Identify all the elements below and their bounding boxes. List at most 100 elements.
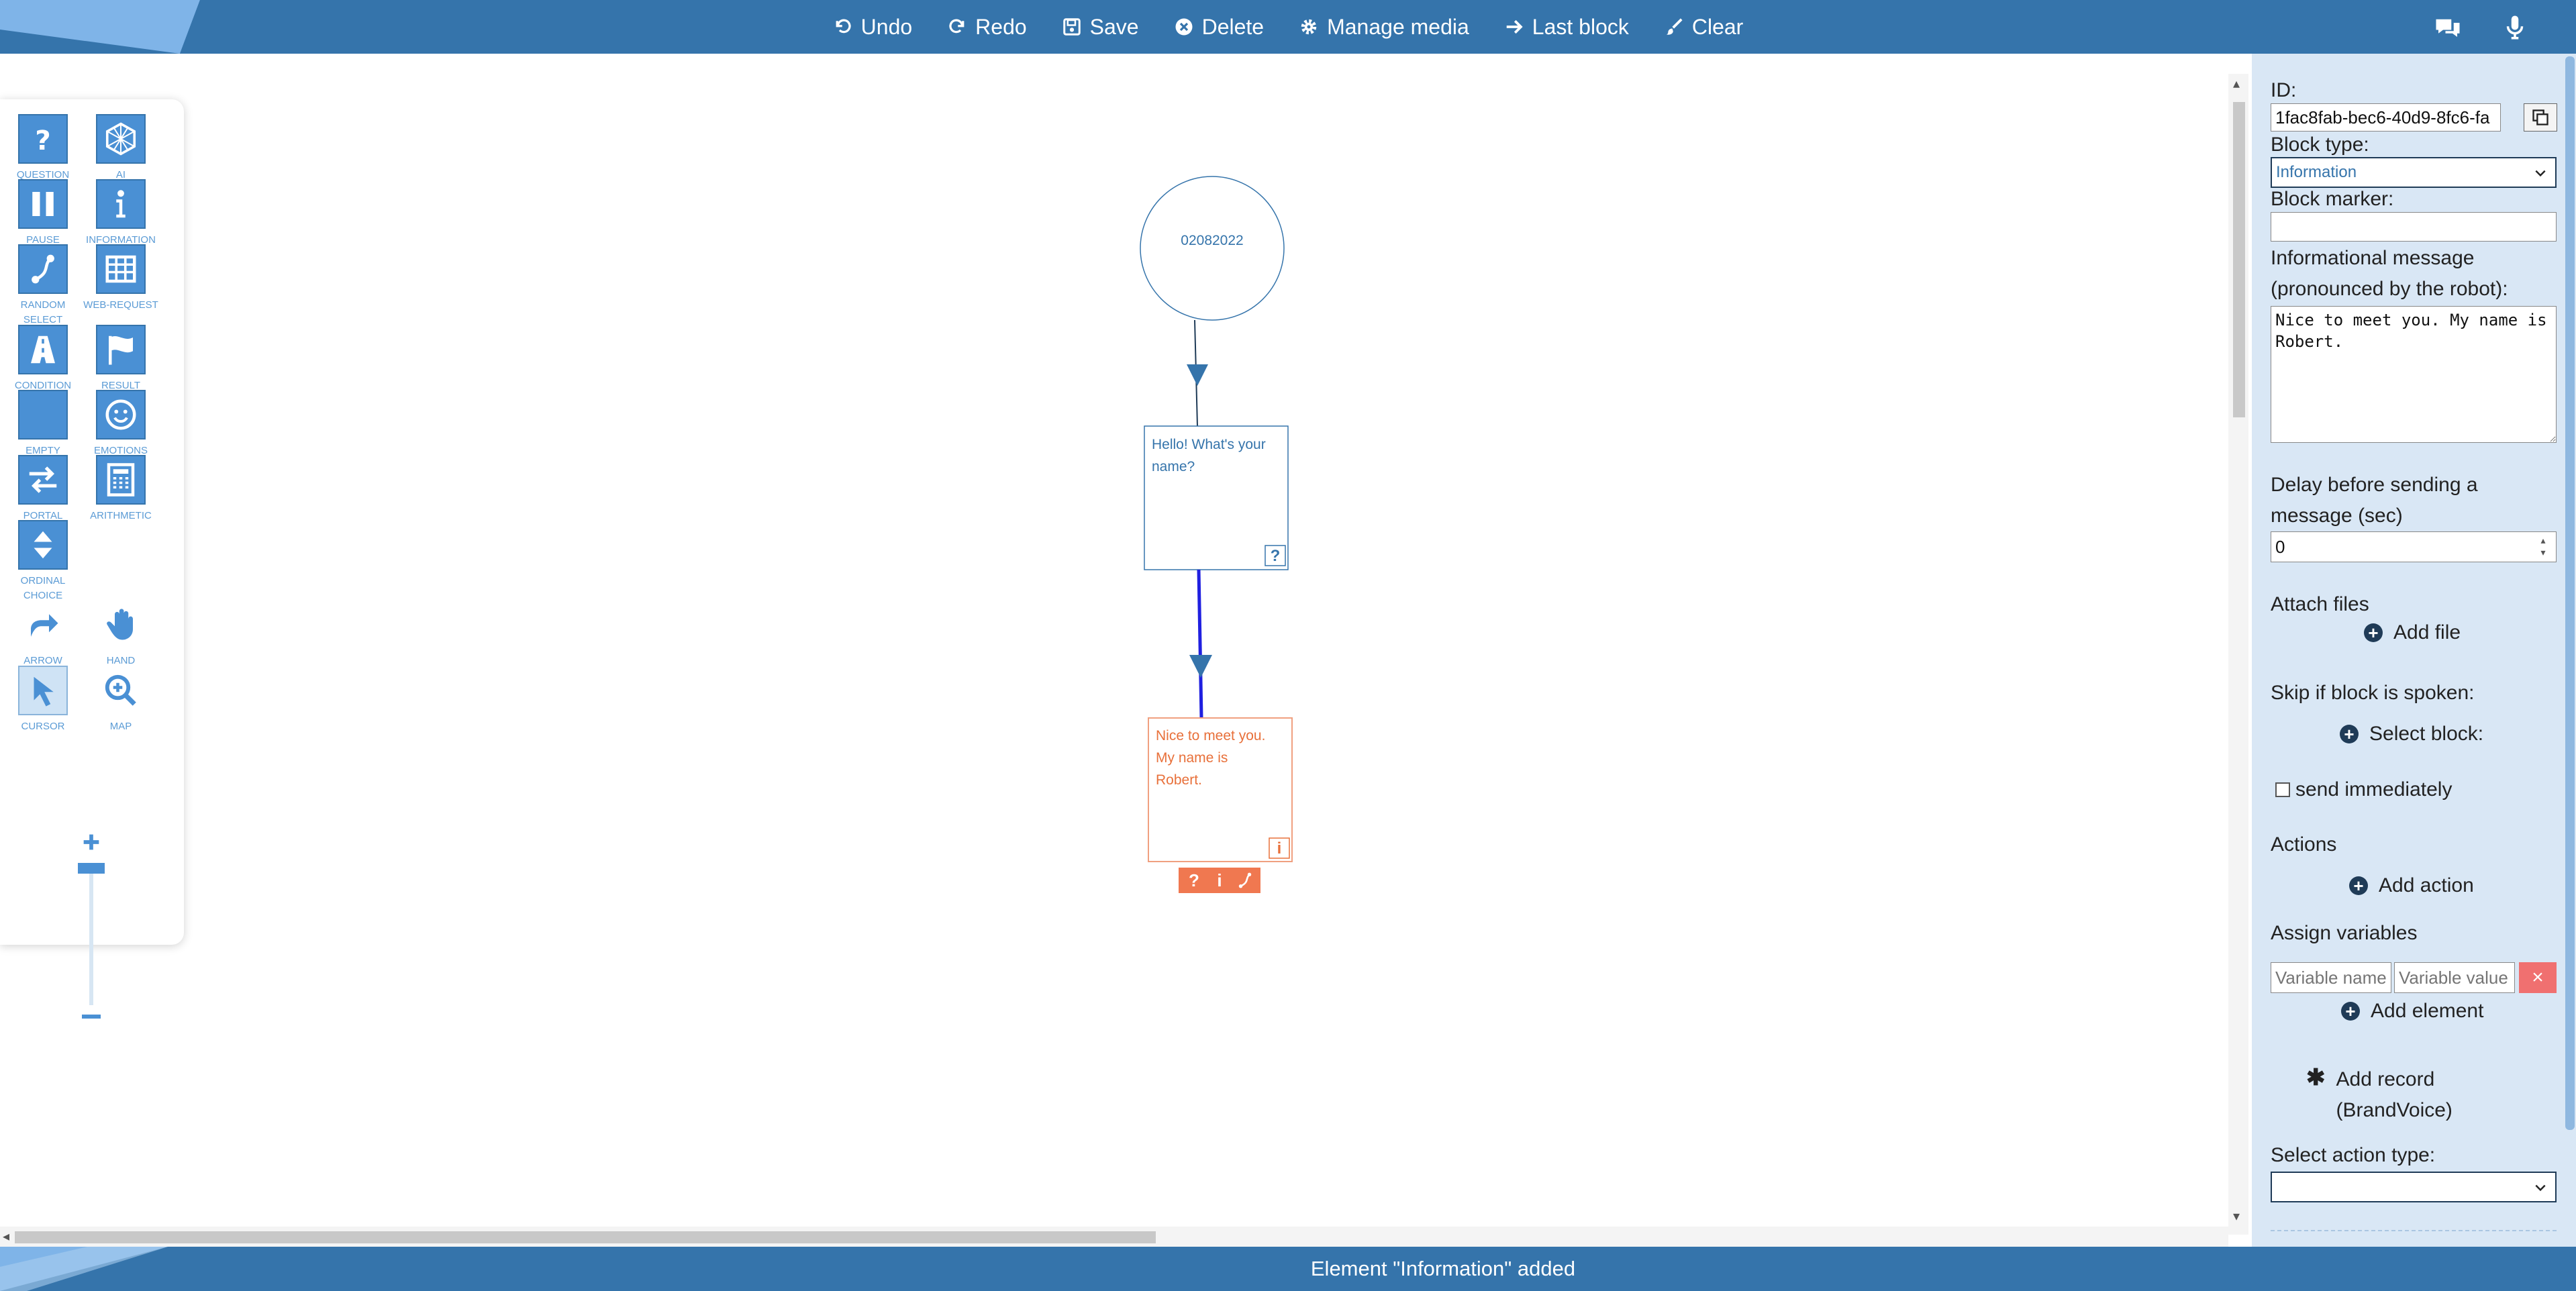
tool-map[interactable]: MAP (82, 666, 160, 734)
tool-condition[interactable]: CONDITION (4, 325, 82, 393)
tool-cursor[interactable]: CURSOR (4, 666, 82, 734)
send-immediately-row: send immediately (2275, 778, 2452, 801)
zoom-slider-thumb[interactable] (78, 863, 105, 874)
block-marker-field[interactable] (2271, 212, 2557, 242)
add-file-button[interactable]: + Add file (2364, 621, 2461, 644)
tool-label: ARITHMETIC (90, 510, 152, 521)
tool-ordinal-choice[interactable]: ORDINAL CHOICE (4, 520, 82, 603)
id-field[interactable] (2271, 103, 2501, 132)
send-immediately-label: send immediately (2295, 778, 2453, 801)
scroll-up-arrow[interactable]: ▴ (2233, 75, 2240, 92)
delay-stepper[interactable]: ▴ ▾ (2534, 534, 2552, 560)
select-action-type-label: Select action type: (2271, 1144, 2436, 1166)
canvas-vertical-scroll-thumb[interactable] (2233, 102, 2245, 417)
plus-circle-icon: + (2349, 876, 2368, 895)
delete-button[interactable]: Delete (1174, 14, 1265, 40)
tool-emotions[interactable]: EMOTIONS (82, 390, 160, 458)
block-marker-label: Block marker: (2271, 188, 2394, 210)
quick-add-information-button[interactable]: i (1209, 868, 1230, 893)
tool-random-select[interactable]: RANDOM SELECT (4, 244, 82, 327)
manage-media-button[interactable]: Manage media (1299, 15, 1469, 40)
remove-variable-button[interactable]: × (2519, 962, 2557, 993)
information-icon (116, 190, 126, 218)
attach-files-label: Attach files (2271, 593, 2369, 615)
undo-button[interactable]: Undo (833, 15, 912, 40)
tool-label: ORDINAL CHOICE (20, 575, 66, 601)
ordinal-choice-icon (34, 531, 52, 559)
zoom-in-button[interactable] (80, 831, 103, 854)
quick-add-question-button[interactable]: ? (1184, 868, 1204, 893)
save-icon (1062, 18, 1081, 36)
question-node-badge: ? (1270, 547, 1281, 565)
plus-circle-icon: + (2340, 725, 2359, 743)
block-type-label: Block type: (2271, 134, 2369, 156)
clear-button[interactable]: Clear (1664, 15, 1743, 40)
empty-icon (18, 390, 68, 440)
add-file-label: Add file (2393, 621, 2461, 643)
tool-arrow[interactable]: ARROW (4, 600, 82, 668)
add-action-button[interactable]: + Add action (2349, 874, 2474, 897)
copy-id-button[interactable] (2524, 103, 2557, 132)
last-block-button[interactable]: Last block (1504, 15, 1629, 40)
microphone-icon[interactable] (2501, 13, 2529, 42)
top-toolbar: Undo Redo Save Delete Manage media Last … (0, 0, 2576, 54)
tool-question[interactable]: ? QUESTION (4, 114, 82, 183)
flow-canvas[interactable]: 02082022 Hello! What's your name? ? Nice… (0, 54, 2245, 1247)
tool-result[interactable]: RESULT (82, 325, 160, 393)
add-element-button[interactable]: + Add element (2341, 1000, 2483, 1023)
assign-variables-label: Assign variables (2271, 922, 2418, 944)
tool-label: CURSOR (21, 721, 65, 732)
scroll-left-arrow[interactable]: ◂ (3, 1228, 9, 1245)
variable-name-field[interactable] (2271, 962, 2391, 993)
start-node-label: 02082022 (1181, 233, 1244, 248)
tool-pause[interactable]: PAUSE (4, 179, 82, 248)
hand-icon (107, 609, 133, 640)
save-button[interactable]: Save (1062, 15, 1139, 40)
info-message-textarea[interactable]: Nice to meet you. My name is Robert. (2271, 306, 2557, 443)
ai-icon (105, 122, 136, 156)
panel-scrollbar[interactable] (2565, 56, 2575, 1130)
add-action-label: Add action (2379, 874, 2474, 896)
gear-icon (1301, 19, 1317, 35)
tool-web-request[interactable]: WEB-REQUEST (82, 244, 160, 313)
tool-empty[interactable]: EMPTY (4, 390, 82, 458)
select-action-type-dropdown[interactable] (2271, 1172, 2557, 1202)
tool-information[interactable]: INFORMATION (82, 179, 160, 248)
chat-icon[interactable] (2434, 13, 2462, 42)
information-node-badge: i (1277, 839, 1282, 858)
redo-button[interactable]: Redo (947, 15, 1027, 40)
redo-icon (949, 19, 964, 34)
scroll-down-arrow[interactable]: ▾ (2233, 1208, 2240, 1225)
tool-ai[interactable]: AI (82, 114, 160, 183)
add-record-label-line1: Add record (2336, 1068, 2435, 1090)
tool-hand[interactable]: HAND (82, 600, 160, 668)
canvas-horizontal-scroll-thumb[interactable] (15, 1231, 1156, 1243)
brush-icon (1666, 18, 1683, 35)
delay-number-field[interactable] (2271, 531, 2557, 562)
send-immediately-checkbox[interactable] (2275, 782, 2290, 797)
calculator-icon (107, 463, 135, 497)
zoom-slider-track[interactable] (89, 864, 93, 1005)
delete-label: Delete (1201, 14, 1265, 39)
clear-label: Clear (1691, 14, 1744, 39)
quick-add-random-button[interactable] (1236, 872, 1254, 889)
question-node-text: Hello! What's your name? (1152, 437, 1266, 474)
manage-media-label: Manage media (1327, 14, 1469, 39)
portal-icon (29, 466, 57, 493)
edge-arrowhead (1189, 655, 1212, 678)
tool-arithmetic[interactable]: ARITHMETIC (82, 455, 160, 523)
tool-portal[interactable]: PORTAL (4, 455, 82, 523)
add-record-button[interactable]: ✱ Add record (BrandVoice) (2306, 1064, 2453, 1126)
pause-icon (32, 192, 54, 216)
delay-label-line2: message (sec) (2271, 505, 2403, 527)
smile-icon (105, 399, 136, 430)
edge-question-to-info[interactable] (1197, 569, 1203, 719)
variable-value-field[interactable] (2394, 962, 2515, 993)
zoom-out-button[interactable] (82, 1015, 101, 1019)
asterisk-icon: ✱ (2306, 1065, 2326, 1090)
select-block-button[interactable]: + Select block: (2340, 723, 2483, 745)
random-select-icon (32, 254, 54, 284)
info-message-label-line2: (pronounced by the robot): (2271, 278, 2508, 300)
add-record-label-line2: (BrandVoice) (2336, 1099, 2453, 1121)
zoom-icon (105, 674, 136, 706)
